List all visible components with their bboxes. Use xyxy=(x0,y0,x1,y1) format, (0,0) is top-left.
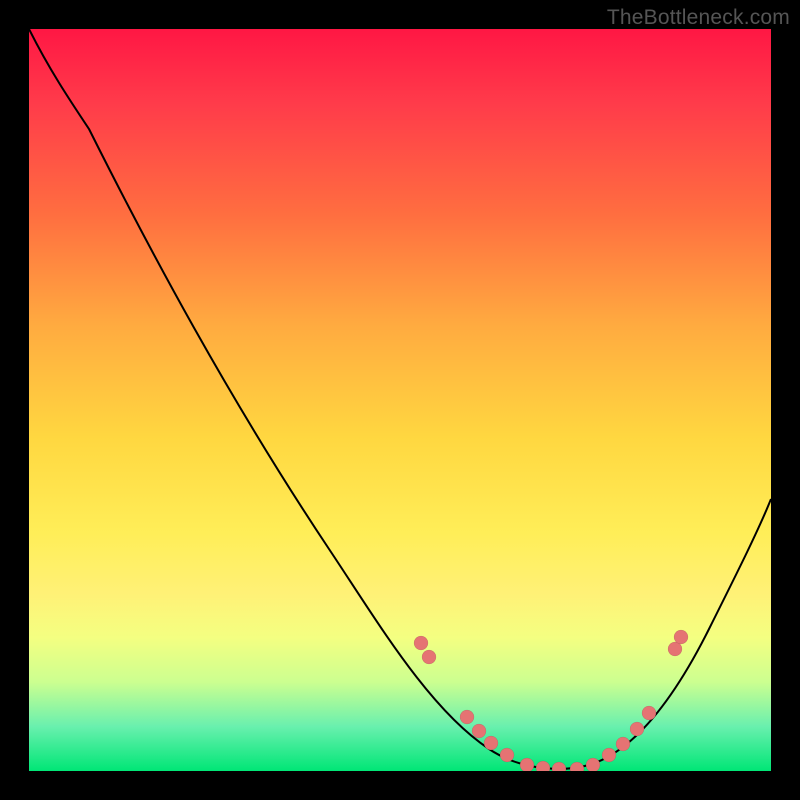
data-point xyxy=(616,737,630,751)
data-point xyxy=(602,748,616,762)
data-point xyxy=(674,630,688,644)
curve-points xyxy=(414,630,688,771)
plot-area xyxy=(29,29,771,771)
data-point xyxy=(500,748,514,762)
data-point xyxy=(520,758,534,771)
data-point xyxy=(472,724,486,738)
data-point xyxy=(552,762,566,771)
data-point xyxy=(460,710,474,724)
bottleneck-curve xyxy=(29,29,771,769)
data-point xyxy=(586,758,600,771)
data-point xyxy=(570,762,584,771)
data-point xyxy=(630,722,644,736)
data-point xyxy=(536,761,550,771)
data-point xyxy=(422,650,436,664)
chart-svg xyxy=(29,29,771,771)
data-point xyxy=(484,736,498,750)
data-point xyxy=(642,706,656,720)
watermark-text: TheBottleneck.com xyxy=(607,6,790,30)
chart-frame: TheBottleneck.com xyxy=(0,0,800,800)
data-point xyxy=(414,636,428,650)
